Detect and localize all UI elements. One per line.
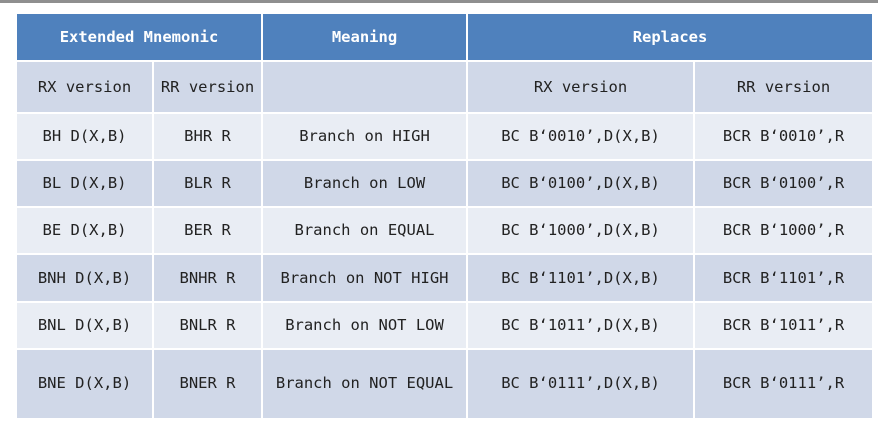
cell-meaning: Branch on NOT LOW — [261, 300, 469, 350]
subheader-rr-version: RR version — [151, 60, 264, 114]
cell-replaces-rx: BC B‘0100’,D(X,B) — [466, 159, 696, 209]
cell-replaces-rr: BCR B‘1011’,R — [693, 300, 875, 350]
cell-rx: BL D(X,B) — [15, 159, 154, 209]
cell-replaces-rr: BCR B‘1101’,R — [693, 253, 875, 303]
cell-meaning: Branch on NOT EQUAL — [261, 347, 469, 421]
cell-rr: BHR R — [151, 111, 264, 162]
header-meaning: Meaning — [261, 12, 469, 62]
cell-replaces-rr: BCR B‘0010’,R — [693, 111, 875, 162]
cell-replaces-rr: BCR B‘1000’,R — [693, 206, 875, 256]
subheader-meaning-blank — [261, 60, 469, 114]
cell-meaning: Branch on EQUAL — [261, 206, 469, 256]
cell-replaces-rr: BCR B‘0100’,R — [693, 159, 875, 209]
cell-rx: BNH D(X,B) — [15, 253, 154, 303]
table-row: BH D(X,B) BHR R Branch on HIGH BC B‘0010… — [15, 111, 875, 162]
header-extended-mnemonic: Extended Mnemonic — [14, 12, 264, 62]
cell-rx: BNE D(X,B) — [15, 347, 154, 421]
cell-rr: BLR R — [151, 159, 264, 209]
subheader-rx-version: RX version — [15, 60, 154, 114]
cell-rr: BER R — [151, 206, 264, 256]
cell-replaces-rx: BC B‘0111’,D(X,B) — [466, 347, 696, 421]
cell-rr: BNHR R — [151, 253, 264, 303]
cell-rx: BE D(X,B) — [15, 206, 154, 256]
table-row: BE D(X,B) BER R Branch on EQUAL BC B‘100… — [15, 206, 875, 256]
cell-replaces-rx: BC B‘1011’,D(X,B) — [466, 300, 696, 350]
cell-meaning: Branch on HIGH — [261, 111, 469, 162]
mnemonic-table: Extended Mnemonic Meaning Replaces RX ve… — [14, 12, 875, 421]
cell-meaning: Branch on NOT HIGH — [261, 253, 469, 303]
table-row: BNH D(X,B) BNHR R Branch on NOT HIGH BC … — [15, 253, 875, 303]
table-row: BL D(X,B) BLR R Branch on LOW BC B‘0100’… — [15, 159, 875, 209]
cell-replaces-rr: BCR B‘0111’,R — [693, 347, 875, 421]
cell-meaning: Branch on LOW — [261, 159, 469, 209]
cell-replaces-rx: BC B‘1101’,D(X,B) — [466, 253, 696, 303]
top-rule — [0, 0, 878, 3]
table-row: BNL D(X,B) BNLR R Branch on NOT LOW BC B… — [15, 300, 875, 350]
subheader-row: RX version RR version RX version RR vers… — [15, 60, 875, 114]
subheader-replaces-rx: RX version — [466, 60, 696, 114]
subheader-replaces-rr: RR version — [693, 60, 875, 114]
table-row: BNE D(X,B) BNER R Branch on NOT EQUAL BC… — [15, 347, 875, 421]
cell-rx: BNL D(X,B) — [15, 300, 154, 350]
header-replaces: Replaces — [466, 12, 875, 62]
cell-rr: BNLR R — [151, 300, 264, 350]
cell-replaces-rx: BC B‘0010’,D(X,B) — [466, 111, 696, 162]
cell-rr: BNER R — [151, 347, 264, 421]
cell-rx: BH D(X,B) — [15, 111, 154, 162]
header-row: Extended Mnemonic Meaning Replaces — [14, 12, 875, 62]
cell-replaces-rx: BC B‘1000’,D(X,B) — [466, 206, 696, 256]
